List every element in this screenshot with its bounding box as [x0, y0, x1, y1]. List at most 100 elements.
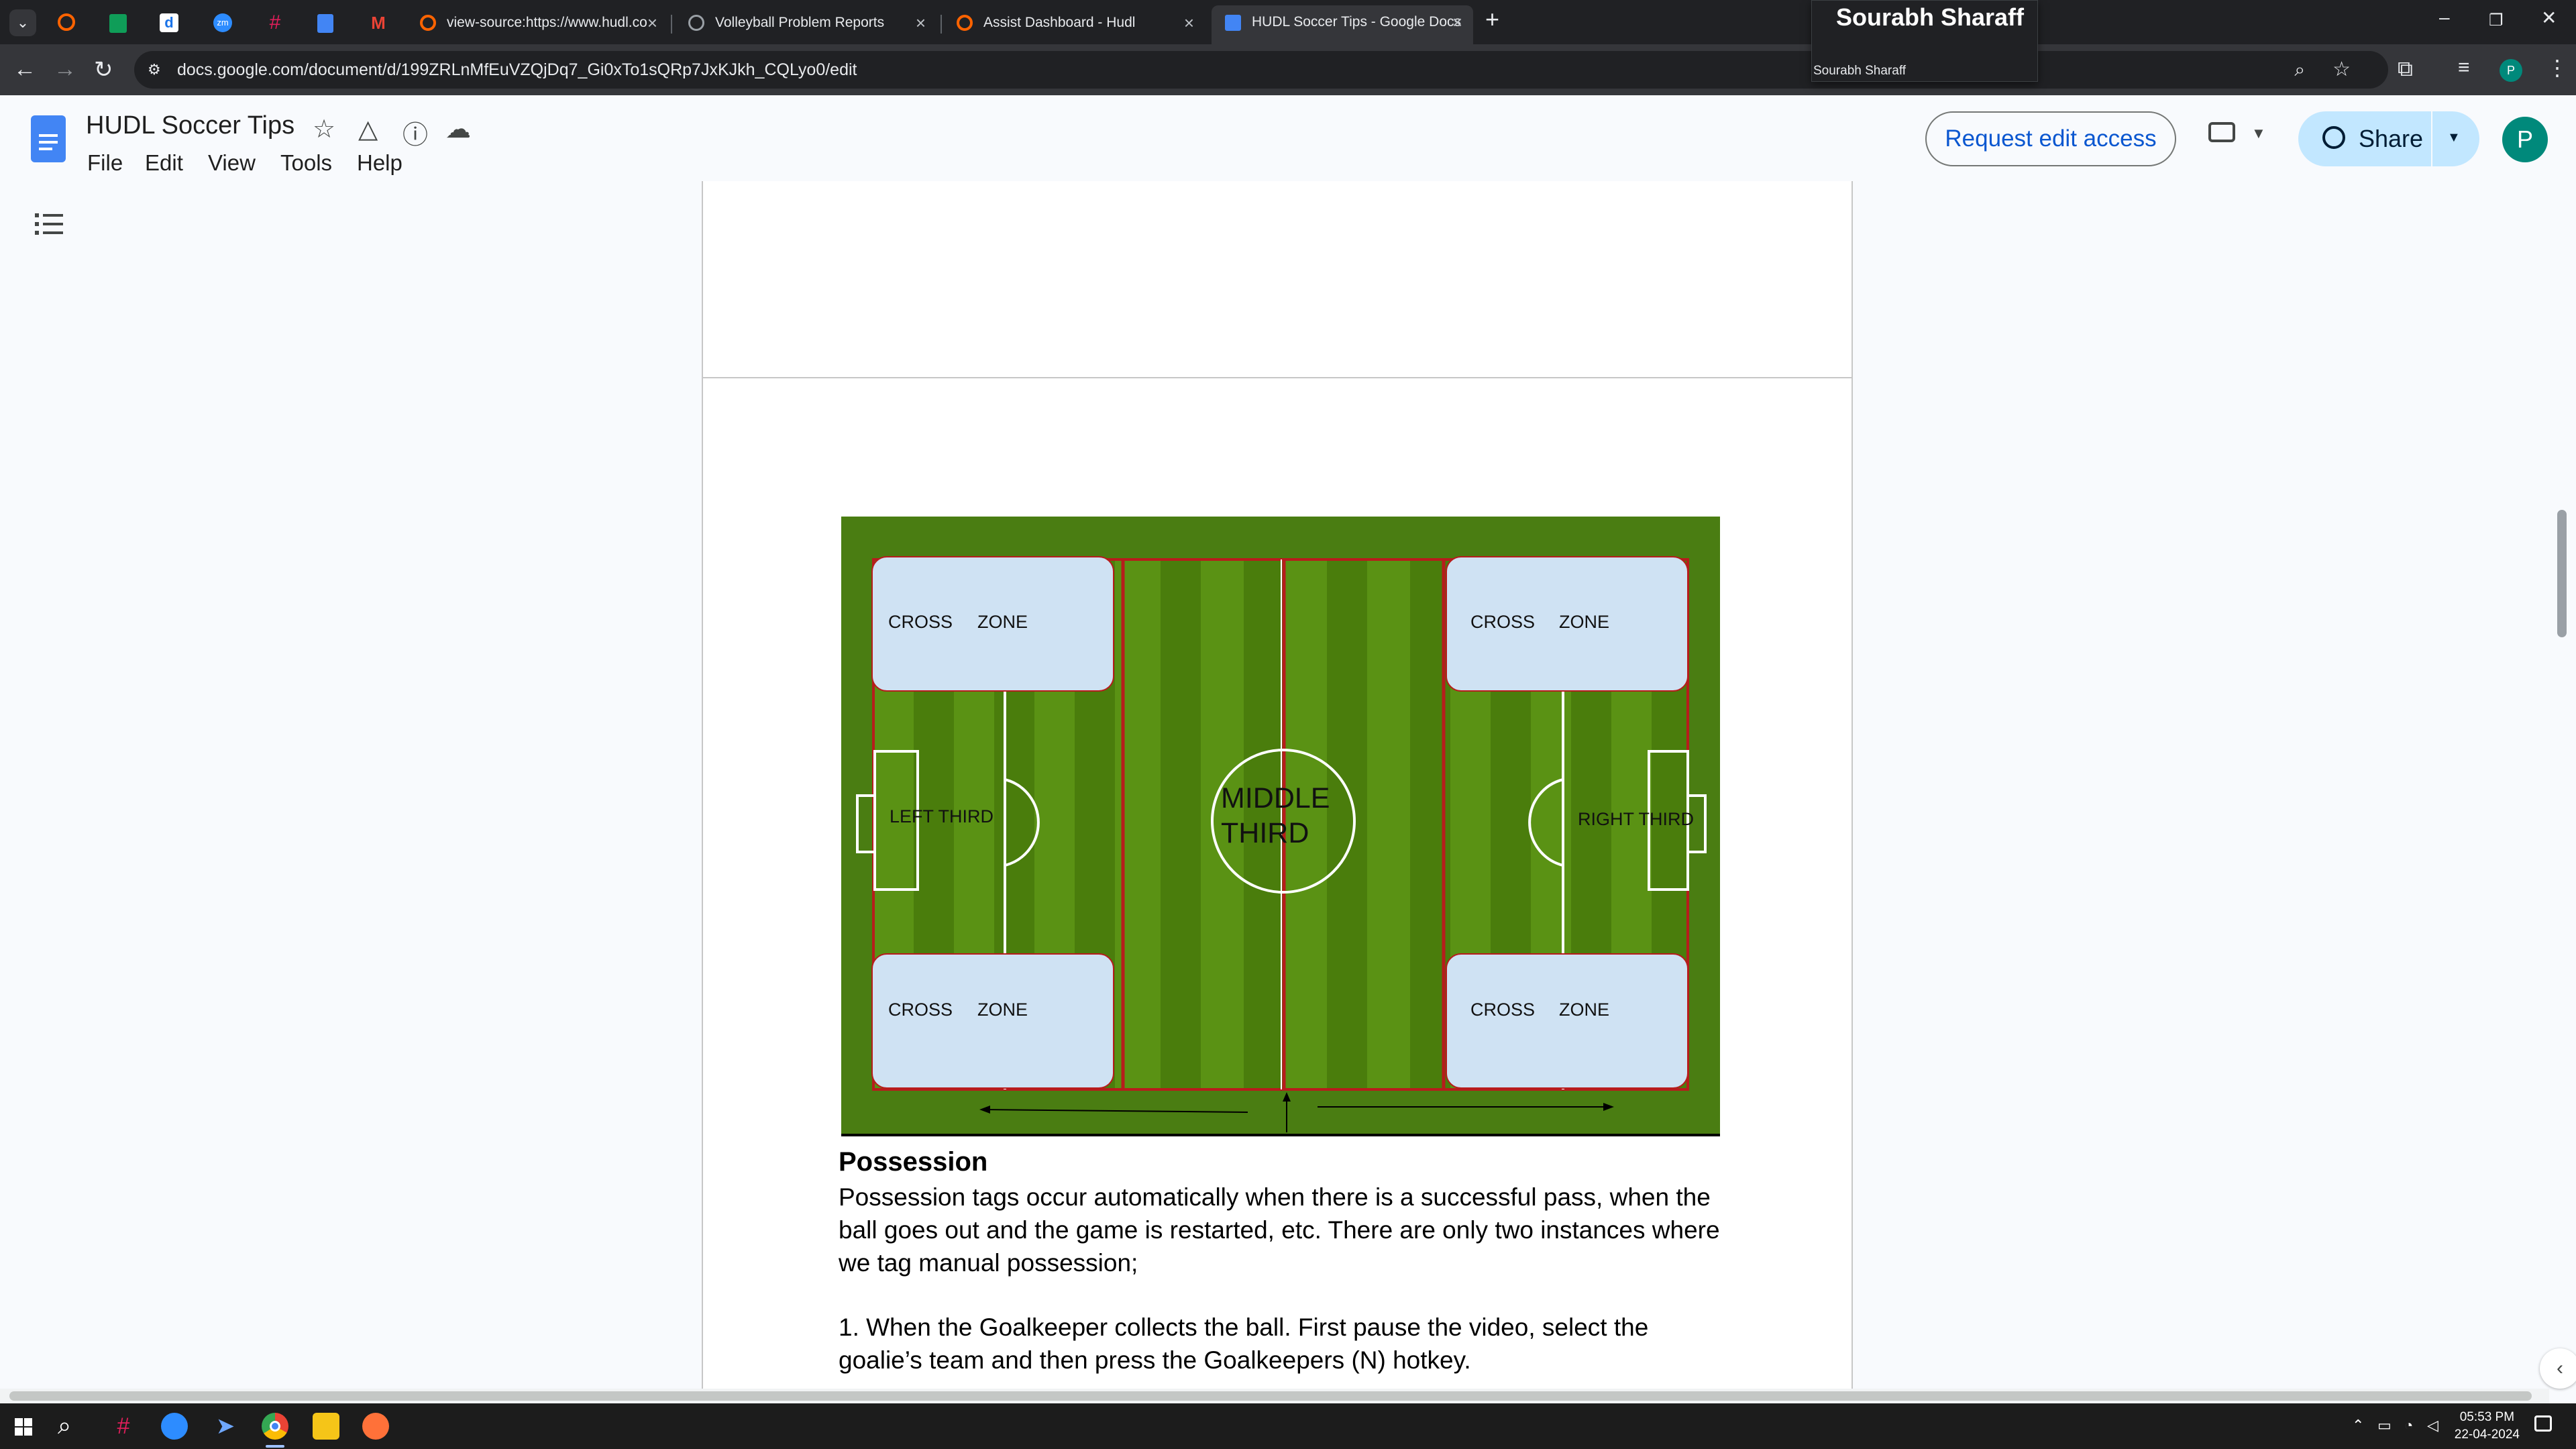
menu-help[interactable]: Help: [357, 150, 402, 176]
close-icon[interactable]: ×: [647, 8, 657, 38]
firefox-taskbar-icon[interactable]: [362, 1413, 389, 1440]
windows-start-icon[interactable]: [15, 1418, 32, 1436]
vertical-scrollbar[interactable]: [2557, 510, 2567, 637]
url-text: docs.google.com/document/d/199ZRLnMfEuVZ…: [177, 60, 857, 79]
cross-zone-label: ZONE: [1559, 612, 1610, 632]
slack-taskbar-icon[interactable]: #: [110, 1413, 137, 1440]
tooltip-name: Sourabh Sharaff: [1836, 3, 2025, 31]
search-icon[interactable]: ⌕: [58, 1411, 71, 1440]
close-icon[interactable]: ×: [1184, 8, 1194, 38]
meet-video-icon[interactable]: [2208, 122, 2235, 142]
close-icon[interactable]: ×: [916, 8, 926, 38]
wifi-icon[interactable]: ◔: [2404, 1417, 2413, 1434]
document-canvas: CROSS ZONE CROSS ZONE CROSS ZONE CROSS Z…: [0, 181, 2576, 1389]
restore-icon[interactable]: ❐: [2489, 11, 2504, 30]
docs-header: HUDL Soccer Tips ☆ △ ⓘ ☁ File Edit View …: [0, 95, 2576, 181]
paragraph-line: Possession tags occur automatically when…: [839, 1183, 1711, 1211]
document-outline-icon[interactable]: [35, 211, 64, 237]
hudl-icon: [58, 13, 75, 31]
site-info-icon[interactable]: ⚙: [148, 51, 161, 89]
pinned-tab-docs[interactable]: [313, 9, 339, 36]
back-icon[interactable]: ←: [13, 56, 36, 83]
menu-edit[interactable]: Edit: [145, 150, 183, 176]
cloud-status-icon[interactable]: ☁: [445, 114, 471, 144]
docs-logo-icon[interactable]: [31, 115, 66, 162]
hudl-icon: [420, 15, 436, 31]
paragraph-2: 1. When the Goalkeeper collects the ball…: [839, 1311, 1724, 1377]
tab-title: Volleyball Problem Reports: [715, 15, 885, 30]
tab-hudl-soccer-tips[interactable]: HUDL Soccer Tips - Google Docs ×: [1212, 5, 1473, 44]
bookmark-star-icon[interactable]: ☆: [2332, 51, 2351, 89]
volume-icon[interactable]: ◁: [2427, 1417, 2438, 1434]
tooltip-subtext: Sourabh Sharaff: [1813, 64, 1907, 78]
details-info-icon[interactable]: ⓘ: [402, 114, 428, 151]
middle-third-label-line2: THIRD: [1221, 817, 1309, 849]
tray-overflow-chevron-icon[interactable]: ⌃: [2352, 1417, 2364, 1434]
d-app-icon: d: [160, 13, 178, 32]
clock-time: 05:53 PM: [2459, 1410, 2515, 1424]
profile-avatar[interactable]: P: [2500, 59, 2522, 82]
menu-file[interactable]: File: [87, 150, 123, 176]
pinned-tab-d[interactable]: d: [156, 9, 182, 36]
tab-view-source[interactable]: view-source:https://www.hudl.co ×: [407, 8, 668, 38]
zoom-icon: zm: [213, 13, 232, 32]
account-avatar[interactable]: P: [2502, 117, 2548, 162]
zoom-taskbar-icon[interactable]: [161, 1413, 188, 1440]
kebab-menu-icon[interactable]: ⋮: [2546, 55, 2568, 80]
browser-tab-strip: ⌄ d zm # M view-source:https://www.hudl.…: [0, 0, 2576, 44]
move-to-drive-icon[interactable]: △: [358, 114, 378, 144]
document-title[interactable]: HUDL Soccer Tips: [86, 111, 294, 140]
sticky-notes-taskbar-icon[interactable]: [313, 1413, 339, 1440]
extensions-icon[interactable]: ⧉: [2398, 56, 2413, 82]
cross-zone-label: ZONE: [1559, 1000, 1610, 1020]
tab-assist-dashboard[interactable]: Assist Dashboard - Hudl ×: [943, 8, 1205, 38]
close-icon[interactable]: ×: [1452, 5, 1462, 39]
menu-tools[interactable]: Tools: [280, 150, 332, 176]
forward-icon[interactable]: →: [54, 56, 76, 83]
docs-icon: [1225, 15, 1241, 31]
pinned-tab-hudl[interactable]: [54, 9, 80, 36]
chevron-down-icon[interactable]: ▼: [2251, 125, 2266, 142]
soccer-field-diagram: CROSS ZONE CROSS ZONE CROSS ZONE CROSS Z…: [841, 517, 1720, 1136]
paragraph-line: goalie’s team and then press the Goalkee…: [839, 1346, 1471, 1374]
cross-zone-label: CROSS: [888, 612, 953, 632]
tab-search-button[interactable]: ⌄: [9, 9, 36, 36]
stripe: [1161, 559, 1201, 1089]
zoom-icon[interactable]: ⌕: [2294, 51, 2305, 89]
reload-icon[interactable]: ↻: [94, 56, 113, 83]
chrome-taskbar-icon[interactable]: [262, 1413, 288, 1440]
horizontal-scrollbar[interactable]: [9, 1391, 2532, 1401]
clock-date: 22-04-2024: [2454, 1428, 2520, 1442]
share-dropdown-chevron-icon[interactable]: ▼: [2447, 130, 2461, 146]
new-tab-button[interactable]: +: [1485, 5, 1499, 34]
menu-view[interactable]: View: [208, 150, 256, 176]
cross-zone-label: ZONE: [977, 1000, 1028, 1020]
star-icon[interactable]: ☆: [313, 114, 335, 144]
system-clock[interactable]: 05:53 PM 22-04-2024: [2455, 1409, 2520, 1444]
side-panel-toggle-icon[interactable]: ‹: [2540, 1348, 2576, 1389]
hudl-icon: [957, 15, 973, 31]
minimize-icon[interactable]: –: [2439, 7, 2450, 28]
right-third-label: RIGHT THIRD: [1578, 809, 1695, 829]
close-window-icon[interactable]: ✕: [2541, 7, 2557, 29]
address-bar[interactable]: ⚙ docs.google.com/document/d/199ZRLnMfEu…: [134, 51, 2388, 89]
pinned-tab-sheets[interactable]: [105, 9, 131, 36]
notifications-icon[interactable]: [2534, 1415, 2552, 1432]
left-third-label: LEFT THIRD: [890, 806, 994, 826]
slack-icon: #: [269, 11, 281, 34]
pinned-tab-slack[interactable]: #: [262, 9, 288, 36]
tab-title: HUDL Soccer Tips - Google Docs: [1252, 14, 1461, 30]
pinned-tab-zoom[interactable]: zm: [209, 9, 236, 36]
share-label: Share: [2359, 125, 2424, 152]
tab-title: Assist Dashboard - Hudl: [983, 15, 1136, 30]
active-app-indicator: [266, 1445, 284, 1448]
tab-volleyball-reports[interactable]: Volleyball Problem Reports ×: [675, 8, 936, 38]
media-control-icon[interactable]: ≡: [2458, 56, 2470, 79]
cross-zone-bottom-left: [871, 953, 1114, 1089]
pinned-tab-gmail[interactable]: M: [365, 9, 392, 36]
docs-icon: [317, 14, 333, 33]
battery-icon[interactable]: ▭: [2377, 1417, 2392, 1434]
app-taskbar-icon[interactable]: ➤: [212, 1413, 239, 1440]
section-heading: Possession: [839, 1147, 988, 1177]
request-edit-access-button[interactable]: Request edit access: [1925, 111, 2176, 166]
